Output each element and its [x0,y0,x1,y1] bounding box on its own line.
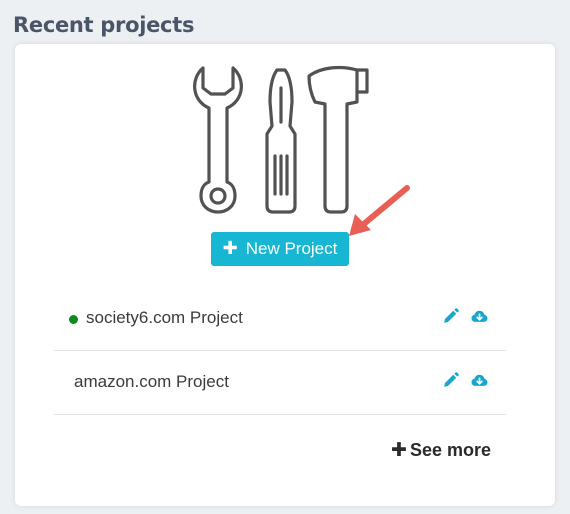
recent-projects-card: ✚ New Project society6.com Project amazo… [15,44,555,506]
project-row: society6.com Project [54,287,506,351]
see-more-label: See more [409,440,491,460]
plus-icon: ✚ [222,238,238,259]
plus-icon: ✚ [391,439,407,461]
pencil-icon[interactable] [442,372,459,389]
project-name-link[interactable]: amazon.com Project [74,372,229,392]
project-row: amazon.com Project [54,351,506,415]
pencil-icon[interactable] [442,308,459,325]
new-project-label: New Project [245,239,338,258]
section-title: Recent projects [13,13,195,37]
pointer-arrow-icon [349,185,410,236]
cloud-download-icon[interactable] [471,372,488,389]
see-more-link[interactable]: ✚ See more [391,440,491,461]
project-actions [442,308,488,325]
new-project-button[interactable]: ✚ New Project [211,232,349,266]
project-list: society6.com Project amazon.com Project [54,287,506,415]
project-actions [442,372,488,389]
cloud-download-icon[interactable] [471,308,488,325]
status-dot [69,315,78,324]
project-name-link[interactable]: society6.com Project [86,308,243,328]
